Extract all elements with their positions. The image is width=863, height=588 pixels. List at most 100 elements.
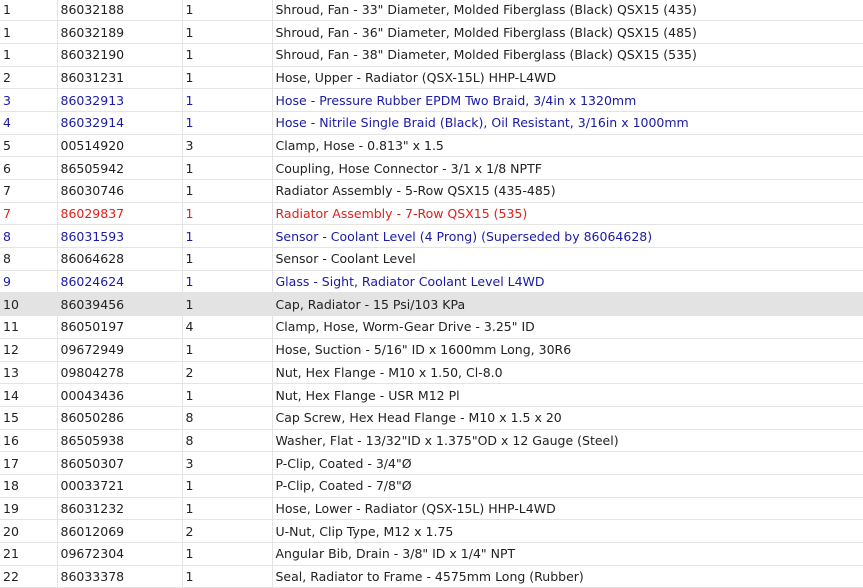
part-number-cell: 86064628: [57, 247, 183, 271]
quantity-cell: 1: [182, 0, 273, 22]
part-number-cell: 86032190: [57, 43, 183, 67]
part-number-cell: 86505942: [57, 156, 183, 180]
table-row[interactable]: 10 86039456 1 Cap, Radiator - 15 Psi/103 KP…: [0, 292, 863, 317]
quantity-cell: 1: [182, 111, 273, 135]
table-row[interactable]: 21 09672304 1 Angular Bib, Drain - 3/8" ID …: [0, 542, 863, 566]
ref-cell: 8: [0, 224, 58, 249]
ref-cell: 1: [0, 0, 58, 22]
table-row[interactable]: 1 86032189 1 Shroud, Fan - 36" Diameter, Mo…: [0, 20, 863, 44]
description-cell: Nut, Hex Flange - M10 x 1.50, Cl-8.0: [272, 361, 863, 385]
table-row[interactable]: 19 86031232 1 Hose, Lower - Radiator (QSX-1…: [0, 497, 863, 521]
part-number-cell: 86031593: [57, 224, 183, 249]
table-row[interactable]: 11 86050197 4 Clamp, Hose, Worm-Gear Drive …: [0, 315, 863, 339]
table-row[interactable]: 9 86024624 1 Glass - Sight, Radiator Coolan…: [0, 270, 863, 294]
part-number-cell: 86029837: [57, 202, 183, 226]
table-row[interactable]: 22 86033378 1 Seal, Radiator to Frame - 457…: [0, 565, 863, 588]
quantity-cell: 1: [182, 474, 273, 498]
description-cell: Glass - Sight, Radiator Coolant Level L4…: [272, 270, 863, 294]
part-number-cell: 86012069: [57, 519, 183, 543]
table-row[interactable]: 18 00033721 1 P-Clip, Coated - 7/8"Ø: [0, 474, 863, 498]
table-row[interactable]: 7 86029837 1 Radiator Assembly - 7-Row QSX1…: [0, 202, 863, 226]
quantity-cell: 1: [182, 179, 273, 203]
part-number-cell: 86032188: [57, 0, 183, 22]
description-cell: Shroud, Fan - 38" Diameter, Molded Fiber…: [272, 43, 863, 67]
description-cell: Clamp, Hose - 0.813" x 1.5: [272, 134, 863, 158]
ref-cell: 18: [0, 474, 58, 498]
table-row[interactable]: 13 09804278 2 Nut, Hex Flange - M10 x 1.50,…: [0, 361, 863, 385]
part-number-cell: 86032914: [57, 111, 183, 135]
table-row[interactable]: 3 86032913 1 Hose - Pressure Rubber EPDM Tw…: [0, 88, 863, 112]
description-cell: Hose - Pressure Rubber EPDM Two Braid, 3…: [272, 88, 863, 112]
quantity-cell: 3: [182, 451, 273, 475]
table-row[interactable]: 7 86030746 1 Radiator Assembly - 5-Row QSX1…: [0, 179, 863, 203]
description-cell: Seal, Radiator to Frame - 4575mm Long (R…: [272, 565, 863, 588]
quantity-cell: 1: [182, 43, 273, 67]
quantity-cell: 1: [182, 565, 273, 588]
description-cell: Shroud, Fan - 33" Diameter, Molded Fiber…: [272, 0, 863, 22]
quantity-cell: 1: [182, 156, 273, 180]
quantity-cell: 8: [182, 406, 273, 430]
description-cell: Shroud, Fan - 36" Diameter, Molded Fiber…: [272, 20, 863, 44]
ref-cell: 3: [0, 88, 58, 112]
table-row[interactable]: 2 86031231 1 Hose, Upper - Radiator (QSX-15…: [0, 66, 863, 90]
description-cell: Radiator Assembly - 7-Row QSX15 (535): [272, 202, 863, 226]
quantity-cell: 3: [182, 134, 273, 158]
table-row[interactable]: 5 00514920 3 Clamp, Hose - 0.813" x 1.5: [0, 134, 863, 158]
ref-cell: 7: [0, 179, 58, 203]
ref-cell: 7: [0, 202, 58, 226]
quantity-cell: 1: [182, 247, 273, 271]
ref-cell: 20: [0, 519, 58, 543]
table-row[interactable]: 17 86050307 3 P-Clip, Coated - 3/4"Ø: [0, 451, 863, 475]
description-cell: Hose - Nitrile Single Braid (Black), Oil…: [272, 111, 863, 135]
ref-cell: 15: [0, 406, 58, 430]
quantity-cell: 1: [182, 20, 273, 44]
description-cell: Sensor - Coolant Level: [272, 247, 863, 271]
quantity-cell: 1: [182, 338, 273, 362]
quantity-cell: 1: [182, 270, 273, 294]
ref-cell: 2: [0, 66, 58, 90]
description-cell: Nut, Hex Flange - USR M12 Pl: [272, 383, 863, 407]
ref-cell: 6: [0, 156, 58, 180]
quantity-cell: 1: [182, 292, 273, 317]
description-cell: Hose, Lower - Radiator (QSX-15L) HHP-L4W…: [272, 497, 863, 521]
ref-cell: 10: [0, 292, 58, 317]
table-row[interactable]: 4 86032914 1 Hose - Nitrile Single Braid (B…: [0, 111, 863, 135]
table-row[interactable]: 8 86031593 1 Sensor - Coolant Level (4 Pron…: [0, 224, 863, 249]
ref-cell: 4: [0, 111, 58, 135]
ref-cell: 19: [0, 497, 58, 521]
quantity-cell: 2: [182, 361, 273, 385]
table-row[interactable]: 14 00043436 1 Nut, Hex Flange - USR M12 Pl: [0, 383, 863, 407]
part-number-cell: 86030746: [57, 179, 183, 203]
ref-cell: 8: [0, 247, 58, 271]
part-number-cell: 86032189: [57, 20, 183, 44]
table-row[interactable]: 16 86505938 8 Washer, Flat - 13/32"ID x 1.3…: [0, 429, 863, 453]
ref-cell: 21: [0, 542, 58, 566]
part-number-cell: 09672304: [57, 542, 183, 566]
table-row[interactable]: 12 09672949 1 Hose, Suction - 5/16" ID x 16…: [0, 338, 863, 362]
ref-cell: 12: [0, 338, 58, 362]
part-number-cell: 00514920: [57, 134, 183, 158]
description-cell: P-Clip, Coated - 3/4"Ø: [272, 451, 863, 475]
table-row[interactable]: 1 86032190 1 Shroud, Fan - 38" Diameter, Mo…: [0, 43, 863, 67]
table-row[interactable]: 6 86505942 1 Coupling, Hose Connector - 3/1…: [0, 156, 863, 180]
table-row[interactable]: 20 86012069 2 U-Nut, Clip Type, M12 x 1.75: [0, 519, 863, 543]
quantity-cell: 4: [182, 315, 273, 339]
quantity-cell: 2: [182, 519, 273, 543]
table-row[interactable]: 1 86032188 1 Shroud, Fan - 33" Diameter, Mo…: [0, 0, 863, 22]
ref-cell: 13: [0, 361, 58, 385]
table-row[interactable]: 15 86050286 8 Cap Screw, Hex Head Flange - …: [0, 406, 863, 430]
part-number-cell: 09804278: [57, 361, 183, 385]
table-row[interactable]: 8 86064628 1 Sensor - Coolant Level: [0, 247, 863, 271]
description-cell: Angular Bib, Drain - 3/8" ID x 1/4" NPT: [272, 542, 863, 566]
quantity-cell: 1: [182, 497, 273, 521]
description-cell: Coupling, Hose Connector - 3/1 x 1/8 NPT…: [272, 156, 863, 180]
part-number-cell: 86033378: [57, 565, 183, 588]
part-number-cell: 86050197: [57, 315, 183, 339]
quantity-cell: 1: [182, 542, 273, 566]
description-cell: Clamp, Hose, Worm-Gear Drive - 3.25" ID: [272, 315, 863, 339]
ref-cell: 1: [0, 20, 58, 44]
ref-cell: 9: [0, 270, 58, 294]
ref-cell: 14: [0, 383, 58, 407]
part-number-cell: 86024624: [57, 270, 183, 294]
ref-cell: 5: [0, 134, 58, 158]
